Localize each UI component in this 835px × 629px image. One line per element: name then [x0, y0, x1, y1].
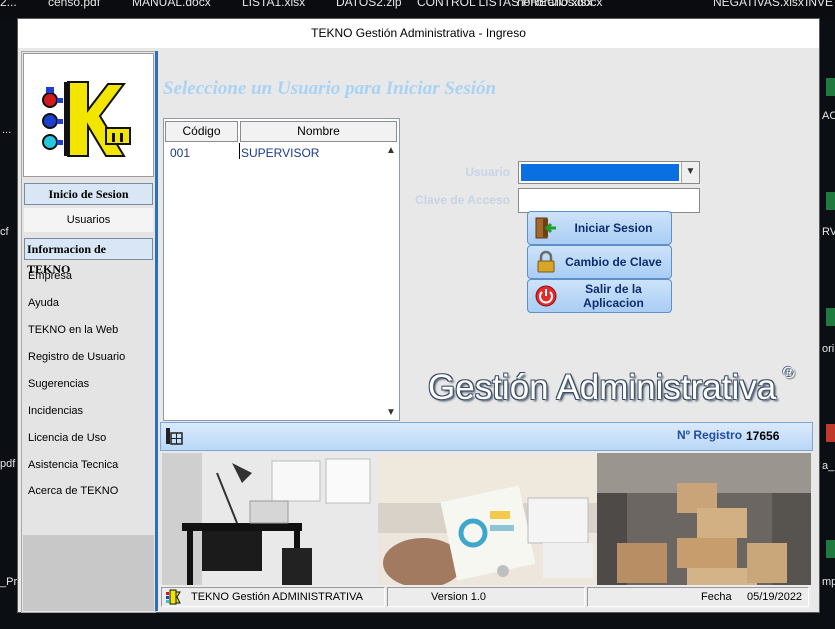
status-bar: TEKNO Gestión ADMINISTRATIVA Version 1.0… — [159, 585, 811, 609]
login-window: TEKNO Gestión Administrativa - Ingreso I… — [18, 19, 819, 613]
registration-bar: Nº Registro 17656 — [160, 422, 813, 451]
sidebar-item-empresa[interactable]: Empresa — [28, 270, 72, 282]
change-password-button-label: Cambio de Clave — [565, 255, 662, 269]
sidebar-item-registro[interactable]: Registro de Usuario — [28, 351, 125, 363]
user-list[interactable]: Código Nombre 001 SUPERVISOR ▲ ▼ — [163, 118, 400, 421]
desktop-file[interactable]: 2... — [0, 0, 17, 9]
tekno-logo-icon — [166, 589, 181, 605]
window-client-area: Inicio de Sesion Usuarios Informacion de… — [18, 48, 819, 613]
desktop-file[interactable]: RVI — [822, 226, 835, 238]
desktop-file[interactable]: INVE — [805, 0, 833, 9]
desktop-file[interactable]: a_ — [822, 460, 834, 472]
panel-splitter[interactable] — [155, 51, 158, 611]
desktop-file[interactable]: ... — [2, 124, 11, 136]
desktop-file[interactable]: ori — [822, 343, 834, 355]
row-divider — [239, 143, 240, 159]
brand-wordmark: Gestión Administrativa — [428, 368, 777, 407]
cell-code: 001 — [170, 146, 191, 160]
sidebar-item-licencia[interactable]: Licencia de Uso — [28, 432, 106, 444]
user-label: Usuario — [465, 165, 510, 179]
desktop-file[interactable]: pdf — [0, 458, 15, 470]
registration-label: Nº Registro — [677, 428, 743, 442]
power-icon — [535, 285, 557, 307]
chevron-down-icon[interactable]: ▼ — [386, 407, 396, 418]
sidebar-item-web[interactable]: TEKNO en la Web — [28, 324, 118, 336]
registered-mark: ® — [783, 365, 795, 382]
sidebar-item-acerca[interactable]: Acerca de TEKNO — [28, 485, 118, 497]
column-header-nombre[interactable]: Nombre — [240, 121, 397, 142]
page-title: Seleccione un Usuario para Iniciar Sesió… — [163, 78, 497, 99]
sidebar-item-ayuda[interactable]: Ayuda — [28, 297, 59, 309]
login-button-label: Iniciar Sesion — [574, 221, 653, 235]
cell-name: SUPERVISOR — [241, 146, 320, 160]
sidebar-empty-area — [23, 535, 154, 611]
desktop-file[interactable]: NEGATIVAS.xlsx — [713, 0, 804, 9]
registration-number: 17656 — [746, 429, 780, 443]
change-password-button[interactable]: Cambio de Clave — [527, 245, 672, 279]
status-version: Version 1.0 — [431, 591, 487, 603]
padlock-icon — [537, 250, 555, 273]
sidebar: Inicio de Sesion Usuarios Informacion de… — [21, 51, 156, 613]
desktop-file[interactable]: ACI — [822, 110, 835, 122]
status-date-cell: Fecha 05/19/2022 — [587, 587, 809, 607]
password-label: Clave de Acceso — [415, 193, 510, 207]
column-header-codigo[interactable]: Código — [165, 121, 238, 142]
building-grid-icon — [166, 428, 183, 445]
window-title[interactable]: TEKNO Gestión Administrativa - Ingreso — [18, 19, 819, 48]
excel-file-icon[interactable] — [826, 540, 835, 558]
sidebar-item-asistencia[interactable]: Asistencia Tecnica — [28, 459, 118, 471]
desktop-taskbar-area: 2... censo.pdf MANUAL.docx LISTA1.xlsx D… — [0, 0, 835, 20]
login-button[interactable]: Iniciar Sesion — [527, 211, 672, 245]
tekno-logo-icon — [42, 81, 131, 157]
status-date-label: Fecha — [701, 591, 732, 603]
excel-file-icon[interactable] — [826, 308, 835, 326]
exit-button[interactable]: Salir de la Aplicacion — [527, 279, 672, 313]
sidebar-item-incidencias[interactable]: Incidencias — [28, 405, 83, 417]
list-scrollbar[interactable]: ▲ ▼ — [383, 143, 399, 420]
sidebar-item-usuarios[interactable]: Usuarios — [24, 208, 153, 232]
excel-file-icon[interactable] — [826, 78, 835, 96]
status-version-cell: Version 1.0 — [387, 587, 585, 607]
desktop-file[interactable]: honorarios.docx — [517, 0, 602, 9]
chevron-down-icon[interactable]: ▼ — [681, 162, 699, 183]
desktop-file[interactable]: DATOS2.zip — [336, 0, 402, 9]
chevron-up-icon[interactable]: ▲ — [386, 145, 396, 156]
pdf-file-icon[interactable] — [826, 424, 835, 442]
desktop-file[interactable]: censo.pdf — [48, 0, 100, 9]
selected-user — [521, 164, 679, 181]
user-select[interactable]: ▼ — [518, 161, 700, 184]
desktop-file[interactable]: cf — [0, 226, 9, 238]
desktop-file[interactable]: mp — [822, 576, 835, 588]
desktop-file[interactable]: MANUAL.docx — [132, 0, 211, 9]
exit-button-label: Salir de la Aplicacion — [583, 282, 644, 310]
section-info-header[interactable]: Informacion de TEKNO — [24, 238, 153, 276]
password-field[interactable] — [518, 188, 700, 213]
sidebar-item-sugerencias[interactable]: Sugerencias — [28, 378, 89, 390]
excel-file-icon[interactable] — [826, 192, 835, 210]
status-app-cell: TEKNO Gestión ADMINISTRATIVA — [161, 587, 385, 607]
section-login-header[interactable]: Inicio de Sesion — [24, 183, 153, 205]
tekno-logo — [23, 53, 154, 177]
status-app-name: TEKNO Gestión ADMINISTRATIVA — [191, 591, 363, 603]
status-date-value: 05/19/2022 — [747, 591, 803, 603]
exit-door-arrow-icon — [535, 217, 556, 239]
desktop-file[interactable]: LISTA1.xlsx — [242, 0, 305, 9]
